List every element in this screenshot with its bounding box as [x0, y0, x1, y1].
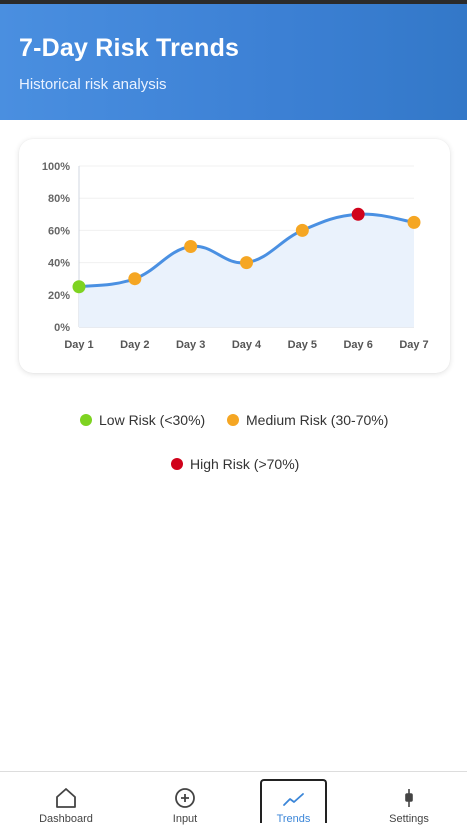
plus-circle-icon [175, 788, 195, 808]
data-point [240, 256, 253, 270]
risk-trend-chart: 0% 20% 40% 60% 80% 100% Day 1 Day 2 Day 3 Day 4 Da… [42, 161, 429, 351]
y-tick-label: 20% [48, 290, 70, 302]
data-point [407, 215, 421, 229]
nav-input-label: Input [172, 813, 198, 825]
y-tick-label: 100% [42, 161, 70, 173]
nav-trends[interactable]: Trends [260, 779, 327, 825]
legend-high-risk: High Risk (>70%) [171, 456, 299, 472]
legend-low-risk-label: Low Risk (<30%) [99, 412, 206, 428]
x-tick-label: Day 2 [120, 339, 149, 351]
y-tick-label: 80% [48, 193, 70, 205]
legend-low-risk: Low Risk (<30%) [80, 412, 205, 428]
nav-settings-label: Settings [389, 813, 429, 825]
x-tick-label: Day 7 [399, 339, 428, 351]
risk-area-fill [79, 214, 414, 327]
x-tick-label: Day 3 [176, 339, 205, 351]
page-header: 7-Day Risk Trends Historical risk analys… [0, 4, 467, 120]
nav-trends-label: Trends [276, 813, 311, 825]
y-tick-label: 0% [54, 322, 70, 334]
legend-high-risk-dot [171, 458, 183, 470]
x-tick-label: Day 4 [232, 339, 262, 351]
page-subtitle: Historical risk analysis [19, 76, 167, 93]
x-tick-label: Day 1 [64, 339, 93, 351]
nav-dashboard[interactable]: Dashboard [21, 772, 111, 825]
y-tick-label: 60% [48, 225, 70, 237]
y-tick-label: 40% [48, 258, 70, 270]
x-tick-label: Day 6 [343, 339, 372, 351]
nav-settings[interactable]: Settings [364, 772, 454, 825]
trend-line-icon [283, 793, 304, 806]
data-point [184, 240, 198, 253]
bottom-navigation: Dashboard Input Trends Settings [0, 771, 467, 825]
legend-medium-risk-dot [227, 414, 239, 426]
legend-high-risk-label: High Risk (>70%) [190, 456, 300, 472]
legend-medium-risk-label: Medium Risk (30-70%) [246, 412, 389, 428]
data-point [128, 272, 142, 286]
data-point [295, 223, 309, 237]
page-title: 7-Day Risk Trends [19, 34, 240, 62]
home-icon [56, 788, 76, 808]
data-point [351, 207, 365, 221]
settings-icon [405, 789, 413, 807]
legend-low-risk-dot [80, 414, 92, 426]
nav-input[interactable]: Input [140, 772, 230, 825]
data-point [72, 280, 86, 294]
legend-medium-risk: Medium Risk (30-70%) [227, 412, 388, 428]
nav-dashboard-label: Dashboard [39, 813, 93, 825]
risk-trend-chart-card: 0% 20% 40% 60% 80% 100% Day 1 Day 2 Day 3 Day 4 Da… [19, 139, 450, 373]
x-tick-label: Day 5 [288, 339, 317, 351]
